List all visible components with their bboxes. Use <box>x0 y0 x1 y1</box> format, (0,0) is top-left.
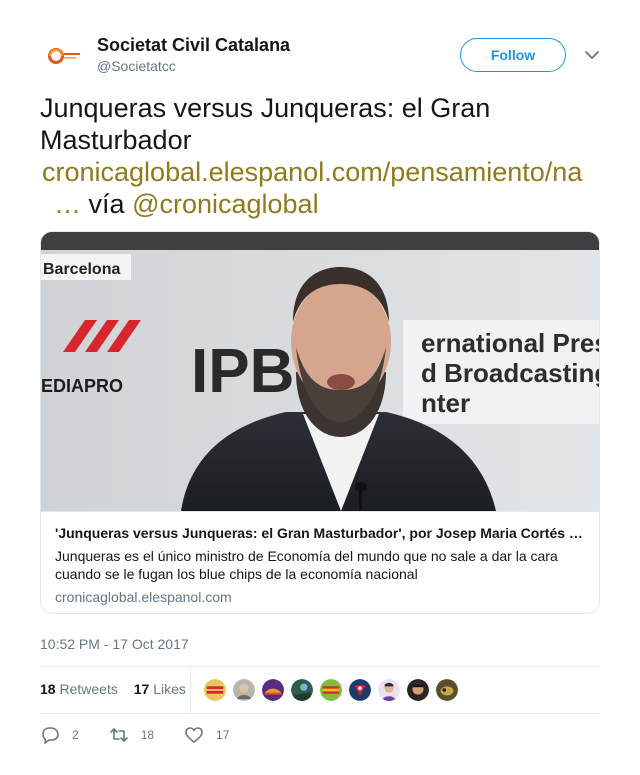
tweet-text-line-2: Masturbador <box>40 125 192 155</box>
tweet-text: Junqueras versus Junqueras: el Gran Mast… <box>40 92 600 220</box>
tweet-stats: 18 Retweets 17 Likes <box>40 681 186 697</box>
mention-link[interactable]: @cronicaglobal <box>132 189 319 219</box>
liker-avatar[interactable] <box>232 678 256 702</box>
reply-button[interactable]: 2 <box>40 725 79 745</box>
card-body[interactable]: 'Junqueras versus Junqueras: el Gran Mas… <box>41 511 599 613</box>
liker-avatar[interactable] <box>348 678 372 702</box>
author-handle[interactable]: @Societatcc <box>97 58 176 74</box>
retweets-label: Retweets <box>59 681 118 697</box>
liker-avatar[interactable] <box>290 678 314 702</box>
link-card[interactable]: Barcelona EDIAPRO IPB ernational Press d… <box>40 231 600 614</box>
card-image-text-banner-2: d Broadcasting <box>421 358 600 388</box>
tweet-link-ellipsis[interactable]: … <box>54 189 81 219</box>
divider <box>40 713 600 714</box>
tweet-actions: 2 18 17 <box>40 725 259 745</box>
card-domain: cronicaglobal.elespanol.com <box>55 589 232 605</box>
card-image-text-barcelona: Barcelona <box>43 261 120 278</box>
card-description: Junqueras es el único ministro de Econom… <box>55 548 558 582</box>
like-button[interactable]: 17 <box>184 725 229 745</box>
card-title[interactable]: 'Junqueras versus Junqueras: el Gran Mas… <box>55 525 587 541</box>
liker-avatar[interactable] <box>435 678 459 702</box>
tweet-text-line-1: Junqueras versus Junqueras: el Gran <box>40 93 491 123</box>
card-image-text-ipb: IPB <box>191 337 294 406</box>
retweet-icon <box>109 728 128 742</box>
divider <box>190 667 191 713</box>
follow-button[interactable]: Follow <box>460 38 566 72</box>
card-image-text-mediapro: EDIAPRO <box>41 376 123 396</box>
reply-count: 2 <box>72 728 79 742</box>
via-label: vía <box>88 189 125 219</box>
liker-avatars <box>203 678 464 702</box>
liker-avatar[interactable] <box>319 678 343 702</box>
author-name[interactable]: Societat Civil Catalana <box>97 35 290 56</box>
like-count: 17 <box>216 728 230 742</box>
liker-avatar[interactable] <box>261 678 285 702</box>
chevron-down-icon[interactable] <box>584 48 600 62</box>
tweet: Societat Civil Catalana @Societatcc Foll… <box>0 0 640 775</box>
card-image-text-banner-1: ernational Press <box>421 328 600 358</box>
tweet-timestamp[interactable]: 10:52 PM - 17 Oct 2017 <box>40 636 189 652</box>
liker-avatar[interactable] <box>203 678 227 702</box>
heart-icon <box>185 727 203 743</box>
likes-label: Likes <box>153 681 186 697</box>
retweets-count: 18 <box>40 681 56 697</box>
tweet-link[interactable]: cronicaglobal.elespanol.com/pensamiento/… <box>42 157 582 187</box>
card-image-text-banner-3: nter <box>421 388 470 418</box>
likes-stat[interactable]: 17 Likes <box>134 681 186 697</box>
retweets-stat[interactable]: 18 Retweets <box>40 681 118 697</box>
liker-avatar[interactable] <box>406 678 430 702</box>
retweet-count: 18 <box>140 728 155 742</box>
author-avatar[interactable] <box>40 34 86 80</box>
likes-count: 17 <box>133 681 150 697</box>
reply-icon <box>42 727 59 744</box>
liker-avatar[interactable] <box>377 678 401 702</box>
societat-civil-logo-icon <box>40 34 86 80</box>
retweet-button[interactable]: 18 <box>109 725 154 745</box>
divider <box>40 666 600 667</box>
card-image[interactable]: Barcelona EDIAPRO IPB ernational Press d… <box>41 232 600 511</box>
